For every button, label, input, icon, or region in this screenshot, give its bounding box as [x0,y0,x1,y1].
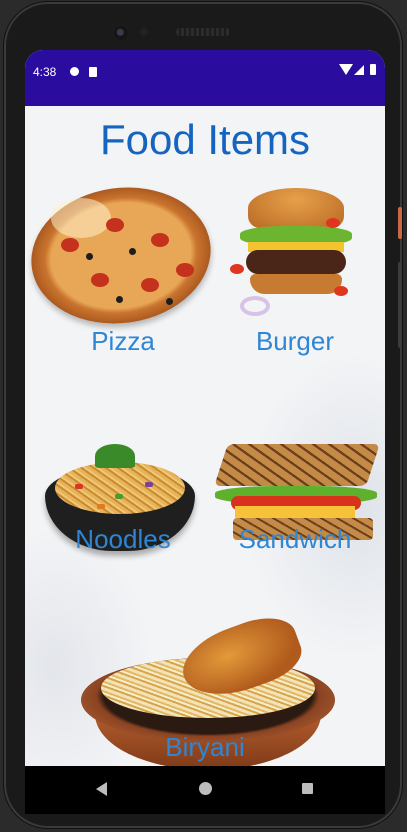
signal-icon [354,65,364,75]
onion-ring [240,296,270,316]
pepperoni [91,273,109,287]
pepperoni [141,278,159,292]
olive [166,298,173,305]
vegetable [75,484,83,489]
vegetable [97,504,105,509]
pepperoni [151,233,169,247]
home-icon[interactable] [199,782,212,795]
herb-garnish [95,444,135,468]
pepperoni [61,238,79,252]
burger-image[interactable] [230,178,360,328]
food-label-pizza[interactable]: Pizza [43,326,203,357]
sd-card-icon [89,67,97,77]
status-time: 4:38 [33,65,57,79]
vegetable [145,482,153,487]
status-bar: 4:38 [25,50,385,106]
navigation-bar [25,766,385,814]
food-list: Food Items Pizza Burger Noodles Sandwich… [25,106,385,766]
burger-bun-bottom [250,274,342,294]
tomato-slice [230,264,244,274]
earpiece-speaker [176,28,230,36]
pepperoni [106,218,124,232]
food-label-sandwich[interactable]: Sandwich [215,524,375,555]
proximity-sensor [140,28,148,36]
recents-icon[interactable] [302,783,313,794]
front-camera [114,26,128,40]
wifi-icon [339,64,353,75]
sandwich-bread-top [214,444,380,486]
pepperoni [176,263,194,277]
olive [86,253,93,260]
burger-patty [246,250,346,274]
page-title: Food Items [99,116,311,163]
battery-icon [370,64,376,75]
food-label-burger[interactable]: Burger [215,326,375,357]
olive [116,296,123,303]
tomato-slice [334,286,348,296]
tomato-slice [326,218,340,228]
food-label-biryani[interactable]: Biryani [125,732,285,763]
pizza-cheese [51,198,111,238]
volume-button [398,262,402,348]
pizza-base [25,176,220,335]
screen: 4:38 Food Items Pizza Burger Noodles San… [25,50,385,766]
back-icon[interactable] [96,782,107,796]
food-label-noodles[interactable]: Noodles [43,524,203,555]
olive [129,248,136,255]
vegetable [115,494,123,499]
pizza-image[interactable] [25,176,220,335]
power-button [398,207,402,239]
notification-icon [70,67,79,76]
sandwich-cheese [235,506,355,518]
